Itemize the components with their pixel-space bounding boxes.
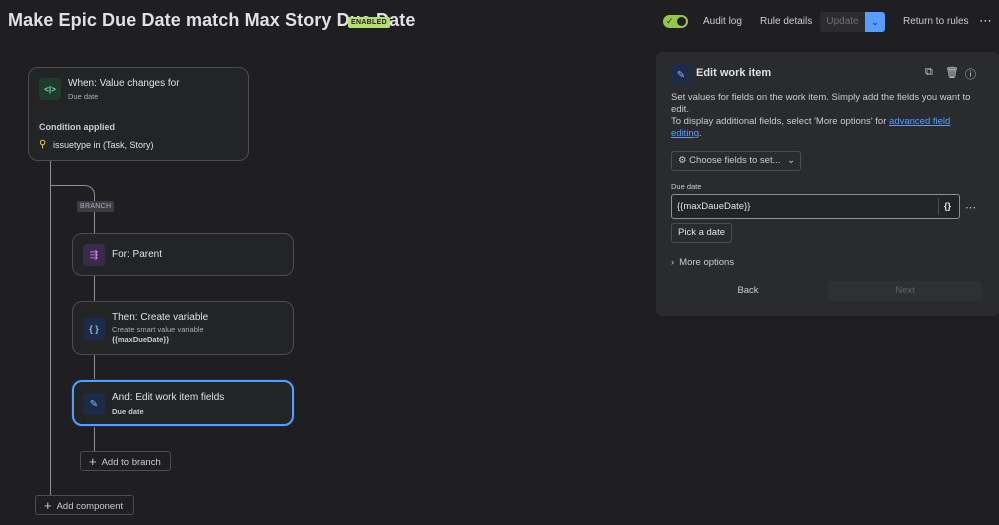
- flow-line-branch-2: [94, 276, 95, 301]
- edit-icon: ✎: [83, 393, 105, 415]
- due-date-label: Due date: [671, 182, 702, 191]
- trigger-card[interactable]: <|> When: Value changes for Due date Con…: [28, 67, 249, 161]
- help-icon[interactable]: ⓘ: [965, 66, 976, 82]
- add-to-branch-label: Add to branch: [101, 457, 161, 468]
- advanced-text-suffix: .: [699, 128, 702, 139]
- create-variable-card[interactable]: { } Then: Create variable Create smart v…: [72, 301, 294, 355]
- for-parent-title: For: Parent: [112, 249, 163, 260]
- flow-line-branch-3: [94, 355, 95, 380]
- enabled-toggle[interactable]: ✓: [663, 15, 688, 28]
- panel-title: Edit work item: [696, 67, 772, 79]
- create-variable-value: {{maxDueDate}}: [112, 335, 170, 344]
- create-variable-title: Then: Create variable: [112, 312, 209, 323]
- plus-icon: +: [89, 454, 97, 469]
- choose-fields-label: Choose fields to set...: [689, 155, 781, 166]
- trigger-title: When: Value changes for: [68, 78, 180, 89]
- add-component-label: Add component: [56, 501, 124, 512]
- toggle-knob: [677, 17, 686, 26]
- gear-icon: ⚙: [678, 155, 687, 166]
- due-date-input[interactable]: {{maxDaueDate}}: [671, 194, 960, 219]
- pick-a-date-button[interactable]: Pick a date: [671, 223, 732, 243]
- chevron-down-icon: ⌄: [871, 17, 879, 27]
- return-to-rules-button[interactable]: Return to rules: [903, 12, 969, 32]
- copy-icon[interactable]: ⧉: [925, 66, 933, 79]
- branch-tag: BRANCH: [77, 201, 115, 212]
- flow-line-main: [50, 161, 51, 495]
- create-variable-subtitle: Create smart value variable: [112, 325, 204, 334]
- edit-work-item-title: And: Edit work item fields: [112, 392, 225, 403]
- more-actions-icon[interactable]: ⋯: [979, 12, 992, 30]
- flow-line-branch-1: [94, 212, 95, 233]
- choose-fields-dropdown[interactable]: ⚙ Choose fields to set... ⌄: [671, 151, 801, 171]
- edit-work-item-card[interactable]: ✎ And: Edit work item fields Due date: [72, 380, 294, 426]
- add-component-button[interactable]: + Add component: [35, 495, 134, 515]
- plus-icon: +: [44, 498, 52, 513]
- trigger-subtitle: Due date: [68, 92, 99, 101]
- condition-text: issuetype in (Task, Story): [53, 140, 154, 150]
- audit-log-button[interactable]: Audit log: [703, 12, 742, 32]
- more-options-label: More options: [679, 257, 735, 268]
- next-button[interactable]: Next: [828, 281, 982, 301]
- chevron-down-icon: ⌄: [787, 155, 796, 166]
- edit-work-item-panel: ✎ Edit work item ⧉ 🗑 ⓘ Set values for fi…: [656, 52, 999, 316]
- edit-work-item-subtitle: Due date: [112, 407, 144, 416]
- back-button[interactable]: Back: [673, 281, 823, 301]
- edit-icon: ✎: [671, 65, 691, 85]
- code-brackets-icon: <|>: [39, 78, 61, 100]
- branch-icon: ⇶: [83, 244, 105, 266]
- field-more-icon[interactable]: ⋯: [965, 201, 976, 214]
- more-options-toggle[interactable]: › More options: [671, 257, 734, 268]
- for-parent-card[interactable]: ⇶ For: Parent: [72, 233, 294, 276]
- check-icon: ✓: [666, 16, 674, 26]
- smart-value-button[interactable]: {}: [938, 198, 956, 215]
- chevron-right-icon: ›: [671, 257, 675, 268]
- trash-icon[interactable]: 🗑: [945, 66, 959, 79]
- panel-description-advanced: To display additional fields, select 'Mo…: [671, 116, 981, 140]
- update-button[interactable]: Update: [820, 12, 865, 32]
- curly-braces-icon: { }: [83, 318, 105, 340]
- search-icon: ⚲: [39, 139, 47, 150]
- rule-details-button[interactable]: Rule details: [760, 12, 812, 32]
- update-dropdown-button[interactable]: ⌄: [865, 12, 885, 32]
- advanced-text: To display additional fields, select 'Mo…: [671, 116, 890, 127]
- add-to-branch-button[interactable]: + Add to branch: [80, 451, 171, 471]
- status-badge: ENABLED: [348, 17, 390, 28]
- panel-description: Set values for fields on the work item. …: [671, 92, 971, 115]
- condition-label: Condition applied: [39, 122, 115, 132]
- flow-line-branch-4: [94, 426, 95, 451]
- flow-branch-curve: [51, 185, 95, 201]
